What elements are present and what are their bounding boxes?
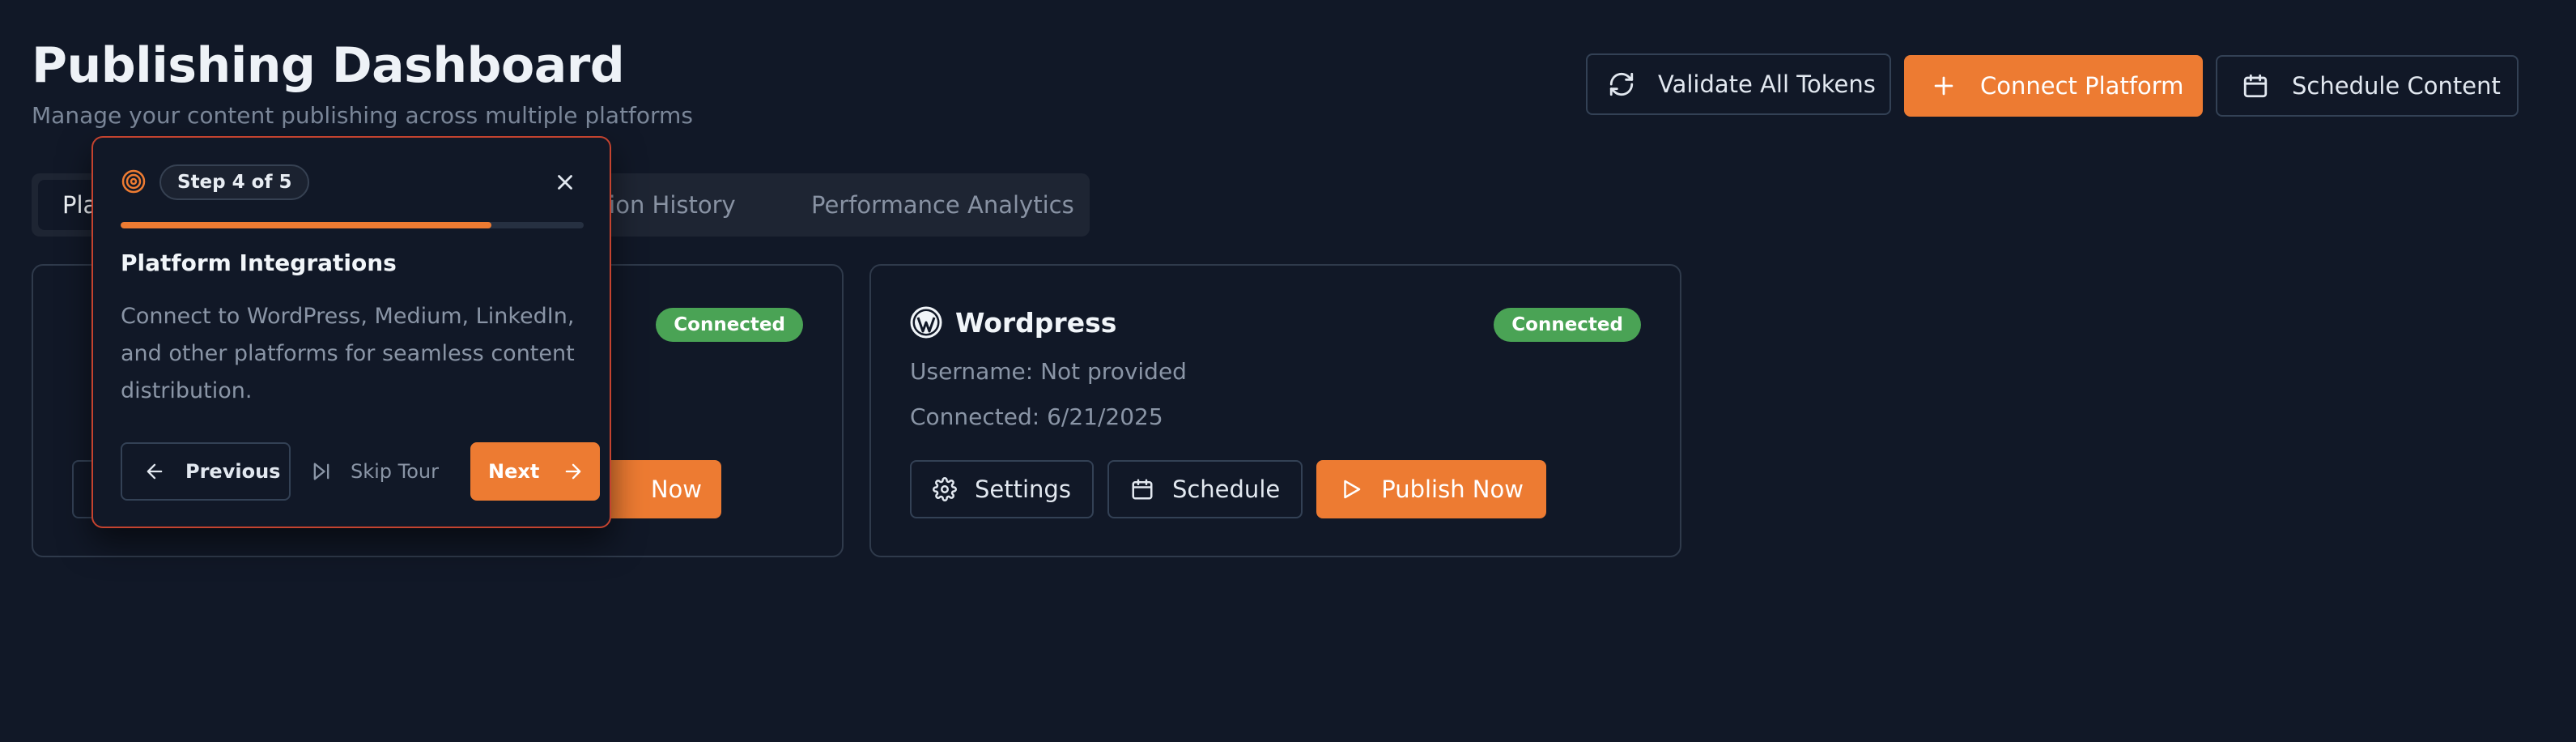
validate-label: Validate All Tokens [1658, 70, 1876, 98]
tab-performance-analytics[interactable]: Performance Analytics [811, 180, 1074, 230]
arrow-left-icon [143, 460, 166, 483]
tab-label: Performance Analytics [811, 191, 1074, 219]
connected-date-text: Connected: 6/21/2025 [910, 403, 1163, 430]
target-icon [121, 168, 147, 194]
skip-label: Skip Tour [351, 460, 440, 483]
schedule-content-button[interactable]: Schedule Content [2216, 55, 2519, 117]
tour-skip-button[interactable]: Skip Tour [310, 442, 439, 501]
tour-next-button[interactable]: Next [470, 442, 600, 501]
page-title: Publishing Dashboard [32, 37, 625, 94]
settings-button[interactable]: Settings [910, 460, 1094, 518]
settings-label: Settings [975, 475, 1071, 503]
publish-now-button[interactable]: Publish Now [1316, 460, 1546, 518]
username-text: Username: Not provided [910, 358, 1187, 385]
schedule-button[interactable]: Schedule [1107, 460, 1303, 518]
connect-platform-button[interactable]: Connect Platform [1904, 55, 2203, 117]
tour-heading: Platform Integrations [121, 249, 397, 276]
play-icon [1339, 477, 1363, 501]
tour-description: Connect to WordPress, Medium, LinkedIn, … [121, 304, 575, 403]
status-badge: Connected [1494, 308, 1641, 342]
page-subtitle: Manage your content publishing across mu… [32, 102, 693, 129]
wordpress-logo-icon [910, 306, 942, 339]
skip-forward-icon [310, 460, 333, 483]
schedule-content-label: Schedule Content [2292, 72, 2501, 100]
tour-popover: Step 4 of 5 Platform Integrations Connec… [91, 136, 611, 528]
close-icon[interactable] [553, 170, 577, 194]
next-label: Next [488, 460, 540, 483]
previous-label: Previous [185, 460, 281, 483]
gear-icon [933, 477, 957, 501]
tour-step-badge: Step 4 of 5 [159, 164, 310, 200]
arrow-right-icon [562, 460, 584, 483]
calendar-icon [2242, 72, 2269, 100]
tour-progress-bar [121, 222, 584, 228]
platform-card-wordpress: Wordpress Connected Username: Not provid… [869, 264, 1681, 557]
publish-label: Publish Now [1381, 475, 1524, 503]
plus-icon [1930, 72, 1958, 100]
connect-label: Connect Platform [1980, 72, 2184, 100]
tour-previous-button[interactable]: Previous [121, 442, 291, 501]
schedule-label: Schedule [1171, 475, 1281, 503]
status-badge: Connected [656, 308, 803, 342]
platform-name: Wordpress [955, 306, 1117, 339]
validate-all-tokens-button[interactable]: Validate All Tokens [1586, 53, 1891, 115]
calendar-icon [1130, 477, 1154, 501]
tour-progress-fill [121, 222, 491, 228]
refresh-icon [1608, 70, 1635, 98]
publish-label: Now [650, 475, 702, 503]
